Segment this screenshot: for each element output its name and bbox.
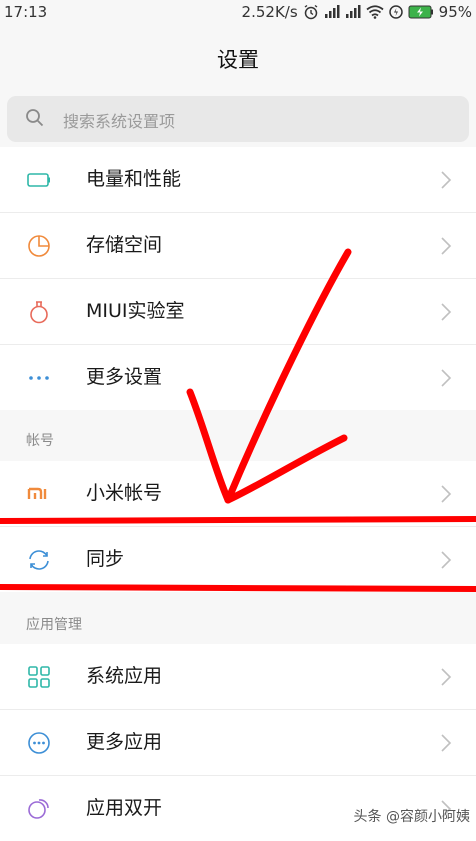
chevron-right-icon [441,668,452,686]
more-dots-icon [29,376,49,380]
search-icon [26,109,44,127]
chevron-right-icon [441,551,452,569]
network-speed: 2.52K/s [241,3,298,21]
settings-item-label: 小米帐号 [86,482,163,504]
mi-logo-icon [27,487,47,499]
search-bar[interactable]: 搜索系统设置项 [7,96,469,142]
grid-apps-icon [28,666,50,688]
settings-item-label: 同步 [86,548,125,570]
sync-icon [29,550,49,570]
storage-pie-icon [28,235,50,257]
settings-item-miui-lab[interactable]: MIUI实验室 [0,279,476,345]
chevron-right-icon [441,369,452,387]
settings-item-more-apps[interactable]: 更多应用 [0,710,476,776]
settings-item-mi-account[interactable]: 小米帐号 [0,461,476,527]
settings-item-label: 电量和性能 [86,168,182,190]
more-apps-icon [28,732,50,754]
settings-group-account: 小米帐号 同步 [0,461,476,592]
signal-icon-2 [345,5,361,18]
settings-item-sync[interactable]: 同步 [0,527,476,592]
power-save-icon [388,5,403,19]
settings-item-storage[interactable]: 存储空间 [0,213,476,279]
signal-icon [324,5,340,18]
settings-item-label: 更多设置 [86,366,163,388]
settings-group-general: 电量和性能 存储空间 MIUI实验室 更多设置 [0,147,476,410]
chevron-right-icon [441,171,452,189]
wifi-icon [366,5,384,19]
lab-flask-icon [30,301,48,324]
page-title: 设置 [217,48,259,72]
status-bar: 17:13 2.52K/s 95% [0,0,476,28]
settings-item-label: 更多应用 [86,731,163,753]
section-header-apps: 应用管理 [26,617,82,633]
settings-item-system-apps[interactable]: 系统应用 [0,644,476,710]
search-placeholder: 搜索系统设置项 [63,112,176,131]
battery-charging-icon [408,5,433,19]
chevron-right-icon [441,485,452,503]
dual-apps-icon [28,799,49,819]
settings-item-label: 系统应用 [86,665,163,687]
chevron-right-icon [441,303,452,321]
chevron-right-icon [441,734,452,752]
settings-item-more-settings[interactable]: 更多设置 [0,345,476,410]
watermark: 头条 @容颜小阿姨 [353,809,470,825]
status-icons: 2.52K/s 95% [242,3,472,21]
section-header-account: 帐号 [26,433,54,449]
settings-item-label: MIUI实验室 [86,300,185,322]
settings-item-battery[interactable]: 电量和性能 [0,147,476,213]
battery-percent: 95% [438,3,472,21]
settings-item-label: 存储空间 [86,234,163,256]
battery-icon [27,173,50,187]
chevron-right-icon [441,237,452,255]
settings-item-label: 应用双开 [86,797,163,819]
status-time: 17:13 [4,3,48,21]
alarm-icon [304,4,318,20]
